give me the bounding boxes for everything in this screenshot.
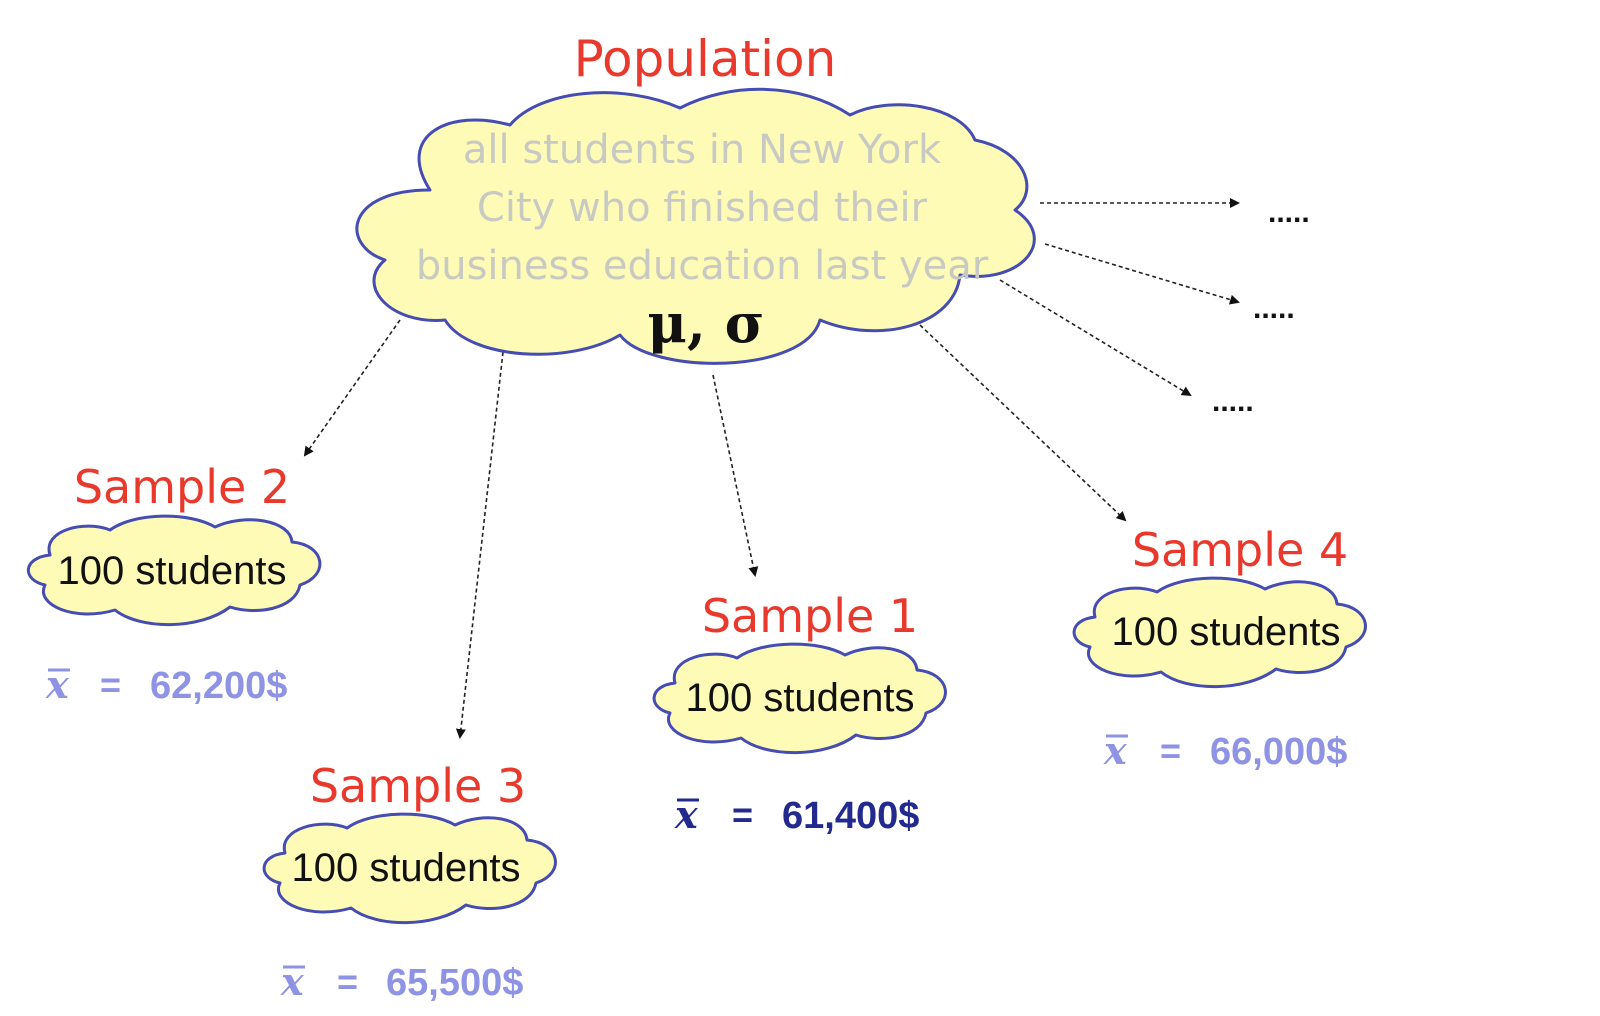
sample-3-mean-value: 65,500$ <box>386 962 523 1004</box>
sample-2-node: Sample 2 100 students x = 62,200$ <box>26 460 322 707</box>
population-description-line-3: business education last year <box>416 243 989 289</box>
continuation-marker-3: ..... <box>1212 385 1254 418</box>
sample-3-mean-equals: = <box>337 961 358 1002</box>
population-title: Population <box>574 30 837 88</box>
population-parameters: μ, σ <box>648 291 765 355</box>
sample-3-size-label: 100 students <box>291 846 520 890</box>
sample-3-mean: x = 65,500$ <box>280 959 523 1004</box>
sample-4-title: Sample 4 <box>1132 523 1348 577</box>
continuation-marker-2: ..... <box>1253 292 1295 325</box>
sample-3-node: Sample 3 100 students x = 65,500$ <box>262 759 557 1004</box>
arrow-to-sample-2 <box>303 319 401 457</box>
sampling-diagram: Population all students in New York City… <box>26 30 1367 1004</box>
arrow-to-continuation-2 <box>1044 243 1240 305</box>
sample-1-mean-equals: = <box>732 794 753 835</box>
sample-2-title: Sample 2 <box>74 460 290 514</box>
sample-1-size-label: 100 students <box>685 676 914 720</box>
continuation-marker-1: ..... <box>1268 196 1310 229</box>
sample-4-mean: x = 66,000$ <box>1103 728 1347 773</box>
sample-1-node: Sample 1 100 students x = 61,400$ <box>652 589 947 837</box>
sample-4-size-label: 100 students <box>1111 610 1340 654</box>
population-description-line-2: City who finished their <box>477 185 928 231</box>
arrow-to-sample-1 <box>712 374 759 577</box>
sample-3-title: Sample 3 <box>310 759 526 813</box>
arrow-to-sample-4 <box>919 324 1127 522</box>
population-node: Population all students in New York City… <box>355 30 1036 365</box>
sample-4-node: Sample 4 100 students x = 66,000$ <box>1072 523 1367 773</box>
sample-2-size-label: 100 students <box>57 549 286 593</box>
arrow-to-continuation-3 <box>999 279 1192 397</box>
sample-1-title: Sample 1 <box>702 589 918 643</box>
continuation-markers: ..... ..... ..... <box>1212 196 1310 418</box>
sample-2-mean: x = 62,200$ <box>45 662 287 707</box>
sample-2-mean-equals: = <box>100 664 121 705</box>
sample-4-mean-equals: = <box>1160 730 1181 771</box>
sample-2-mean-value: 62,200$ <box>150 665 287 707</box>
sample-1-mean-value: 61,400$ <box>782 795 919 837</box>
sample-4-mean-value: 66,000$ <box>1210 731 1347 773</box>
population-description-line-1: all students in New York <box>463 127 942 173</box>
sample-1-mean: x = 61,400$ <box>674 792 919 837</box>
arrow-to-sample-3 <box>455 351 504 739</box>
population-description: all students in New York City who finish… <box>416 127 989 289</box>
